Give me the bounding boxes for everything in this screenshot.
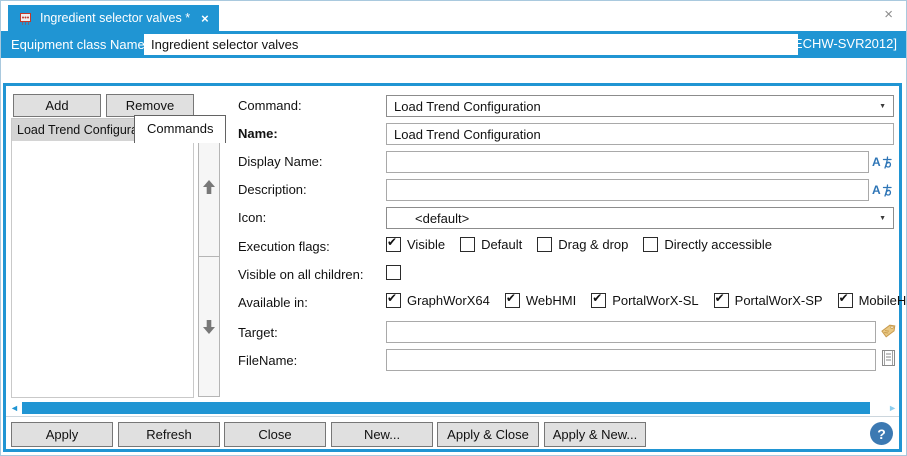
equipment-class-name-label: Equipment class Name: (11, 37, 149, 52)
scroll-left-icon[interactable]: ◄ (10, 403, 19, 413)
portalworx-sp-checkbox[interactable]: ✔ (713, 291, 729, 308)
apply-and-close-button[interactable]: Apply & Close (437, 422, 539, 447)
available-in-label: Available in: (238, 295, 308, 310)
flag-default: ✔ Default (460, 237, 522, 252)
remove-command-button[interactable]: Remove (106, 94, 194, 117)
document-tab[interactable]: Ingredient selector valves * × (8, 5, 219, 31)
apply-button[interactable]: Apply (11, 422, 113, 447)
command-label: Command: (238, 98, 302, 113)
file-browse-icon[interactable] (881, 349, 896, 372)
equipment-class-icon (18, 11, 33, 26)
visible-children-group: ✔ (386, 265, 422, 280)
available-graphworx64: ✔ GraphWorX64 (386, 291, 490, 308)
name-label: Name: (238, 126, 278, 141)
close-button[interactable]: Close (224, 422, 326, 447)
graphworx64-checkbox[interactable]: ✔ (386, 291, 401, 308)
apply-and-new-button[interactable]: Apply & New... (544, 422, 646, 447)
document-tab-title: Ingredient selector valves * (40, 11, 191, 25)
chevron-down-icon: ▼ (879, 215, 886, 222)
chevron-down-icon: ▼ (879, 103, 886, 110)
move-down-button[interactable] (198, 256, 220, 397)
available-webhmi: ✔ WebHMI (504, 291, 577, 308)
icon-dropdown[interactable]: <default> ▼ (386, 207, 894, 229)
localize-icon[interactable]: A (872, 182, 900, 198)
filename-input[interactable] (386, 349, 876, 371)
reorder-controls (198, 116, 220, 398)
flag-visible: ✔ Visible (386, 235, 446, 252)
command-dropdown-value: Load Trend Configuration (394, 98, 541, 114)
available-mobilehmi: ✔ MobileHMI (837, 291, 907, 308)
equipment-class-editor-window: Ingredient selector valves * × × Equipme… (0, 0, 907, 456)
visible-checkbox[interactable]: ✔ (386, 235, 401, 252)
tab-commands[interactable]: Commands (134, 115, 227, 143)
equipment-class-toolbar: Equipment class Name: [TECHW-SVR2012] (1, 31, 906, 58)
available-in-group: ✔ GraphWorX64 ✔ WebHMI ✔ PortalWorX-SL ✔… (386, 291, 907, 308)
visible-on-all-children-label: Visible on all children: (238, 267, 364, 282)
execution-flags-group: ✔ Visible ✔ Default ✔ Drag & drop ✔ Dire… (386, 235, 787, 252)
filename-label: FileName: (238, 353, 298, 368)
refresh-button[interactable]: Refresh (118, 422, 220, 447)
display-name-input[interactable] (386, 151, 869, 173)
drag-drop-checkbox[interactable]: ✔ (537, 237, 553, 252)
available-portalworx-sl: ✔ PortalWorX-SL (591, 291, 699, 308)
localize-icon[interactable]: A (872, 154, 900, 170)
default-checkbox[interactable]: ✔ (460, 237, 476, 252)
new-button[interactable]: New... (331, 422, 433, 447)
arrow-down-icon (202, 319, 216, 335)
available-portalworx-sp: ✔ PortalWorX-SP (713, 291, 823, 308)
icon-dropdown-value: <default> (415, 210, 470, 226)
command-dropdown[interactable]: Load Trend Configuration ▼ (386, 95, 894, 117)
description-label: Description: (238, 182, 307, 197)
visible-on-all-children: ✔ (386, 265, 407, 280)
horizontal-scrollbar[interactable]: ◄ ► (6, 401, 899, 415)
commands-list: Load Trend Configuration (11, 118, 194, 398)
display-name-label: Display Name: (238, 154, 323, 169)
tag-icon[interactable] (880, 322, 897, 344)
execution-flags-label: Execution flags: (238, 239, 330, 254)
description-input[interactable] (386, 179, 869, 201)
flag-drag-drop: ✔ Drag & drop (537, 237, 628, 252)
help-icon[interactable]: ? (870, 422, 893, 445)
mobilehmi-checkbox[interactable]: ✔ (837, 291, 853, 308)
add-command-button[interactable]: Add (13, 94, 101, 117)
footer-divider (6, 416, 899, 417)
document-tab-strip: Ingredient selector valves * × × (1, 1, 906, 31)
tab-close-icon[interactable]: × (201, 11, 209, 26)
equipment-class-name-input[interactable] (144, 34, 798, 55)
scrollbar-thumb[interactable] (22, 402, 870, 414)
flag-directly-accessible: ✔ Directly accessible (643, 237, 772, 252)
directly-accessible-checkbox[interactable]: ✔ (643, 237, 659, 252)
window-close-icon[interactable]: × (884, 7, 893, 22)
arrow-up-icon (202, 179, 216, 195)
webhmi-checkbox[interactable]: ✔ (504, 291, 520, 308)
server-name-badge: [TECHW-SVR2012] (782, 36, 897, 51)
name-input[interactable] (386, 123, 894, 145)
target-label: Target: (238, 325, 278, 340)
visible-on-all-children-checkbox[interactable]: ✔ (386, 265, 401, 280)
scroll-right-icon[interactable]: ► (888, 403, 897, 413)
portalworx-sl-checkbox[interactable]: ✔ (591, 291, 607, 308)
icon-label: Icon: (238, 210, 267, 225)
target-input[interactable] (386, 321, 876, 343)
